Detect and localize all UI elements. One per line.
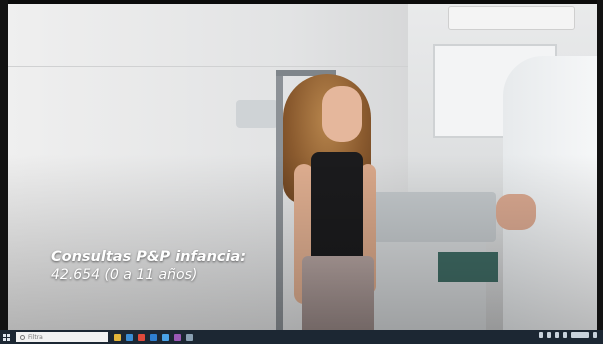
taskbar-search-input[interactable]: Filtra [16,332,108,342]
pinned-apps [114,333,193,341]
search-icon [20,334,25,340]
start-button[interactable] [0,330,12,344]
taskbar: Filtra [0,330,603,344]
letterbox-left [0,0,8,330]
tray-icon[interactable] [555,332,559,338]
browser-icon[interactable] [126,333,133,341]
caption-title: Consultas P&P infancia: [51,249,247,265]
settings-icon[interactable] [186,333,193,341]
video-frame[interactable]: Consultas P&P infancia: 42.654 (0 a 11 a… [8,4,597,330]
mail-icon[interactable] [150,333,157,341]
windows-logo-icon [2,333,10,341]
wall-seam [8,66,408,67]
store-icon[interactable] [162,333,169,341]
air-conditioner [448,6,575,30]
caption-shade [8,154,597,330]
video-caption: Consultas P&P infancia: 42.654 (0 a 11 a… [51,248,246,285]
chrome-icon[interactable] [138,333,145,341]
caption-value: 42.654 (0 a 11 años) [51,267,198,283]
wall-mounted-device [236,100,278,128]
notification-icon[interactable] [593,332,597,338]
letterbox-right [597,0,603,330]
system-tray [539,332,597,338]
tray-icon[interactable] [563,332,567,338]
girl-face [322,86,362,142]
media-icon[interactable] [174,333,181,341]
tray-icon[interactable] [547,332,551,338]
search-placeholder: Filtra [28,333,43,341]
screen: Consultas P&P infancia: 42.654 (0 a 11 a… [0,0,603,344]
tray-icon[interactable] [539,332,543,338]
file-explorer-icon[interactable] [114,333,121,341]
clock[interactable] [571,332,589,338]
